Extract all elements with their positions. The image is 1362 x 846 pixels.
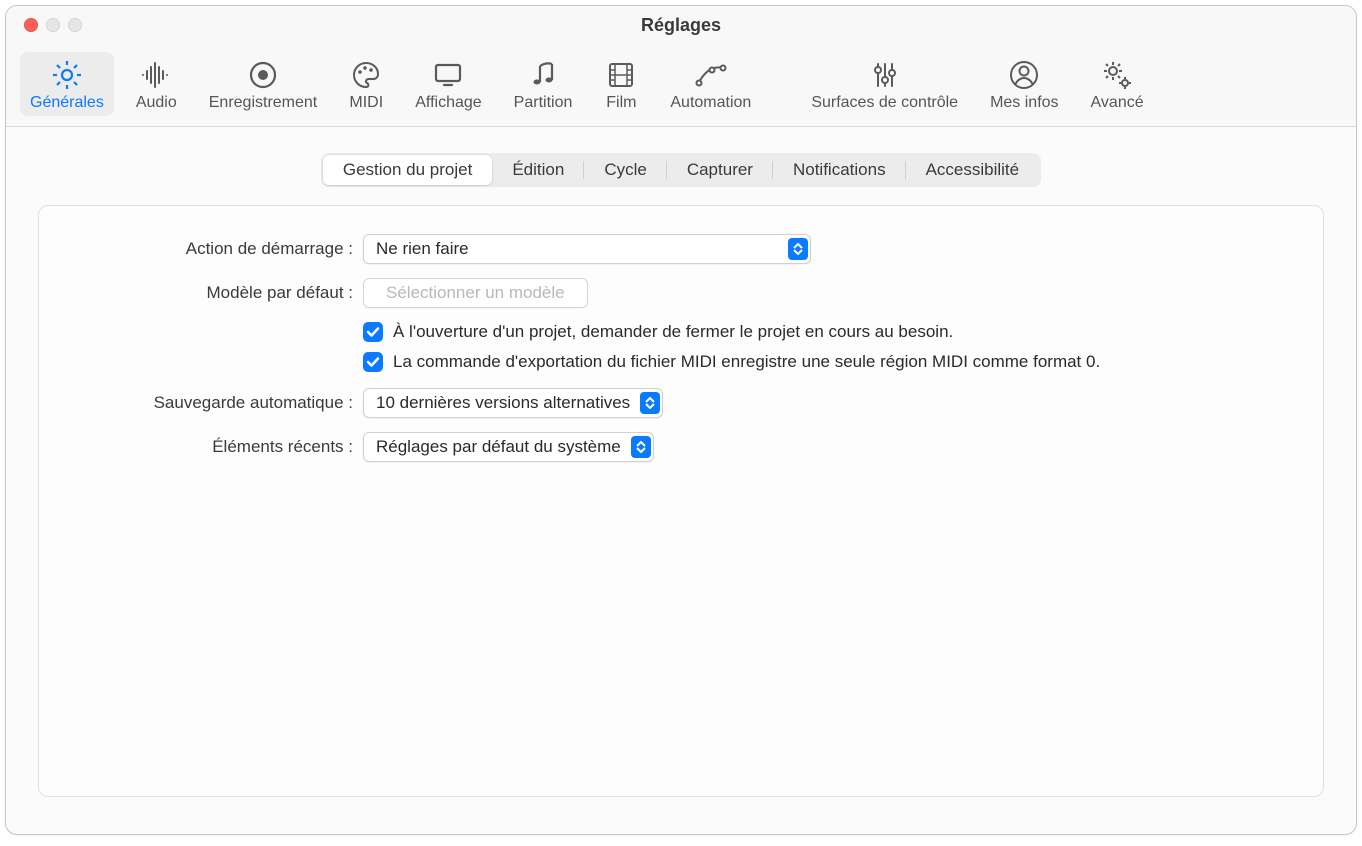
checkbox-checked-icon <box>363 352 383 372</box>
film-icon <box>604 58 638 92</box>
sliders-icon <box>868 58 902 92</box>
midi-export-format0-label: La commande d'exportation du fichier MID… <box>393 352 1100 372</box>
toolbar-tab-label: Partition <box>514 94 573 112</box>
toolbar-tab-label: MIDI <box>349 94 383 112</box>
person-icon <box>1007 58 1041 92</box>
chevron-up-down-icon <box>788 238 808 260</box>
sub-tab--dition[interactable]: Édition <box>492 155 584 185</box>
toolbar-tab-label: Surfaces de contrôle <box>811 94 958 112</box>
titlebar: Réglages <box>6 6 1356 44</box>
select-model-button-label: Sélectionner un modèle <box>386 283 565 303</box>
autosave-value: 10 dernières versions alternatives <box>376 393 630 413</box>
toolbar-tab-audio[interactable]: Audio <box>126 52 187 116</box>
preferences-toolbar: Générales Audio Enregistrement MIDI Affi… <box>6 44 1356 127</box>
ask-close-project-checkbox-row[interactable]: À l'ouverture d'un projet, demander de f… <box>363 322 1299 342</box>
chevron-up-down-icon <box>640 392 660 414</box>
default-model-label: Modèle par défaut : <box>63 283 353 303</box>
toolbar-tab-label: Automation <box>670 94 751 112</box>
toolbar-tab-label: Affichage <box>415 94 481 112</box>
curve-icon <box>694 58 728 92</box>
display-icon <box>431 58 465 92</box>
sub-tab-accessibilit-[interactable]: Accessibilité <box>906 155 1040 185</box>
toolbar-tab-generales[interactable]: Générales <box>20 52 114 116</box>
palette-icon <box>349 58 383 92</box>
select-model-button[interactable]: Sélectionner un modèle <box>363 278 588 308</box>
startup-action-value: Ne rien faire <box>376 239 778 259</box>
sub-tab-cycle[interactable]: Cycle <box>584 155 667 185</box>
notes-icon <box>526 58 560 92</box>
toolbar-tab-enreg[interactable]: Enregistrement <box>199 52 328 116</box>
toolbar-tab-label: Film <box>606 94 636 112</box>
toolbar-tab-film[interactable]: Film <box>594 52 648 116</box>
checkbox-checked-icon <box>363 322 383 342</box>
ask-close-project-label: À l'ouverture d'un projet, demander de f… <box>393 322 953 342</box>
sub-tabs: Gestion du projetÉditionCycleCapturerNot… <box>321 153 1041 187</box>
settings-window: Réglages Générales Audio Enregistrement … <box>5 5 1357 835</box>
gears-icon <box>1100 58 1134 92</box>
chevron-up-down-icon <box>631 436 651 458</box>
sub-tab-capturer[interactable]: Capturer <box>667 155 773 185</box>
recent-items-value: Réglages par défaut du système <box>376 437 621 457</box>
toolbar-tab-label: Enregistrement <box>209 94 318 112</box>
startup-action-popup[interactable]: Ne rien faire <box>363 234 811 264</box>
toolbar-tab-label: Audio <box>136 94 177 112</box>
autosave-popup[interactable]: 10 dernières versions alternatives <box>363 388 663 418</box>
toolbar-tab-automation[interactable]: Automation <box>660 52 761 116</box>
recent-items-popup[interactable]: Réglages par défaut du système <box>363 432 654 462</box>
recent-items-label: Éléments récents : <box>63 437 353 457</box>
toolbar-tab-surfaces[interactable]: Surfaces de contrôle <box>801 52 968 116</box>
startup-action-label: Action de démarrage : <box>63 239 353 259</box>
wave-icon <box>139 58 173 92</box>
content-area: Gestion du projetÉditionCycleCapturerNot… <box>6 127 1356 834</box>
sub-tab-notifications[interactable]: Notifications <box>773 155 906 185</box>
toolbar-tab-partition[interactable]: Partition <box>504 52 583 116</box>
window-title: Réglages <box>6 15 1356 36</box>
toolbar-tab-label: Avancé <box>1091 94 1144 112</box>
toolbar-tab-midi[interactable]: MIDI <box>339 52 393 116</box>
project-management-panel: Action de démarrage : Ne rien faire Modè… <box>38 205 1324 797</box>
toolbar-tab-avance[interactable]: Avancé <box>1081 52 1154 116</box>
record-icon <box>246 58 280 92</box>
toolbar-tab-label: Générales <box>30 94 104 112</box>
toolbar-tab-mesinfos[interactable]: Mes infos <box>980 52 1068 116</box>
autosave-label: Sauvegarde automatique : <box>63 393 353 413</box>
midi-export-format0-checkbox-row[interactable]: La commande d'exportation du fichier MID… <box>363 352 1299 372</box>
toolbar-tab-affichage[interactable]: Affichage <box>405 52 491 116</box>
gear-icon <box>50 58 84 92</box>
sub-tab-gestion-du-projet[interactable]: Gestion du projet <box>323 155 492 185</box>
toolbar-tab-label: Mes infos <box>990 94 1058 112</box>
